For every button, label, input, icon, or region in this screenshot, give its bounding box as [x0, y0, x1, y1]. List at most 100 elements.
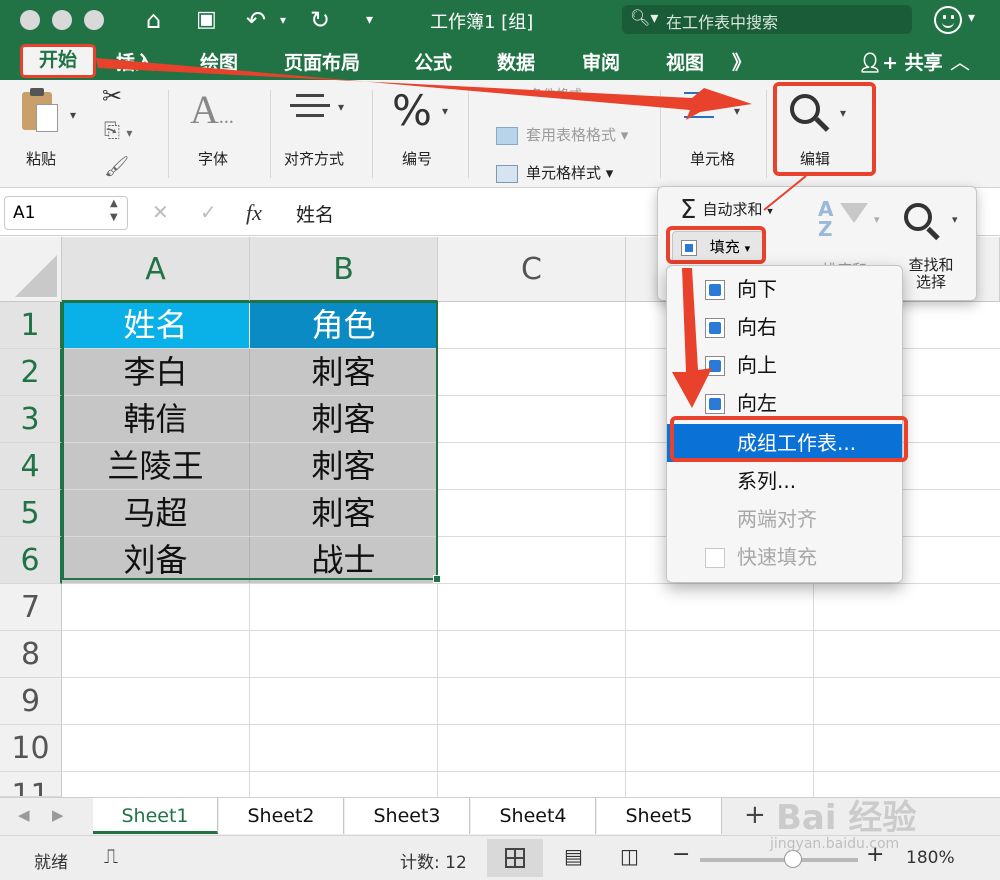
- column-header-a[interactable]: A: [62, 237, 250, 302]
- row-header[interactable]: 4: [0, 443, 62, 490]
- sheet-tab[interactable]: Sheet2: [219, 798, 344, 834]
- autosum-button[interactable]: Σ 自动求和 ▾: [680, 195, 773, 225]
- table-format-button[interactable]: 套用表格格式 ▾: [496, 124, 628, 145]
- sheet-tab[interactable]: Sheet3: [345, 798, 470, 834]
- add-sheet-button[interactable]: +: [744, 800, 766, 830]
- edit-button[interactable]: ▾ 编辑: [778, 86, 870, 174]
- page-layout-view-icon[interactable]: ▤: [564, 844, 583, 868]
- cell-b1[interactable]: 角色: [250, 302, 438, 349]
- table-cell[interactable]: 战士: [250, 537, 438, 584]
- share-button[interactable]: 👤︎+ 共享: [858, 48, 943, 75]
- cell-style-button[interactable]: 单元格样式 ▾: [496, 162, 613, 183]
- zoom-out-button[interactable]: −: [672, 842, 690, 867]
- menu-item-fill-up[interactable]: 向上: [667, 346, 902, 384]
- search-input[interactable]: 🔍︎▾ 在工作表中搜索: [622, 5, 912, 34]
- tab-data[interactable]: 数据: [497, 48, 535, 75]
- normal-view-button[interactable]: [487, 839, 543, 877]
- feedback-smiley-icon[interactable]: [934, 6, 962, 34]
- cancel-formula-icon[interactable]: ✕: [152, 200, 169, 224]
- zoom-window-button[interactable]: [84, 10, 104, 30]
- page-break-view-icon[interactable]: ◫: [620, 844, 639, 868]
- formula-input[interactable]: 姓名: [296, 200, 334, 227]
- fill-submenu: 向下 向右 向上 向左 成组工作表... 系列... 两端对齐 快速填充: [666, 265, 903, 583]
- table-cell[interactable]: 刘备: [62, 537, 250, 584]
- lower-grid-columns: [62, 584, 1000, 797]
- find-select-button[interactable]: ▾ 查找和 选择: [894, 199, 974, 299]
- fill-handle[interactable]: [433, 575, 441, 583]
- undo-dropdown-icon[interactable]: ▾: [280, 4, 286, 36]
- paste-button[interactable]: ▾ 粘贴: [14, 86, 80, 176]
- table-cell[interactable]: 刺客: [250, 396, 438, 443]
- prev-sheet-icon[interactable]: ◀: [18, 806, 30, 824]
- copy-icon[interactable]: ⎘ ▾: [104, 118, 132, 142]
- table-cell[interactable]: 马超: [62, 490, 250, 537]
- menu-item-series[interactable]: 系列...: [667, 462, 902, 500]
- find-select-label: 查找和 选择: [908, 256, 954, 291]
- minimize-window-button[interactable]: [52, 10, 72, 30]
- table-cell[interactable]: 兰陵王: [62, 443, 250, 490]
- tab-draw[interactable]: 绘图: [200, 48, 238, 75]
- sheet-tab[interactable]: Sheet4: [471, 798, 596, 834]
- number-format-button[interactable]: % ▾ 编号: [384, 86, 454, 176]
- sigma-icon: Σ: [680, 195, 697, 225]
- table-cell[interactable]: 李白: [62, 349, 250, 396]
- fill-down-icon: [705, 280, 725, 300]
- sheet-tab[interactable]: Sheet5: [597, 798, 722, 834]
- alignment-button[interactable]: ▾ 对齐方式: [280, 86, 360, 176]
- zoom-slider-track[interactable]: [700, 858, 858, 862]
- table-cell[interactable]: 刺客: [250, 490, 438, 537]
- row-header[interactable]: 1: [0, 302, 62, 349]
- row-header[interactable]: 9: [0, 678, 62, 725]
- macro-record-icon[interactable]: ⎍: [104, 844, 118, 868]
- home-icon[interactable]: ⌂: [146, 4, 161, 36]
- row-header[interactable]: 7: [0, 584, 62, 631]
- column-header-b[interactable]: B: [250, 237, 438, 302]
- tab-insert[interactable]: 插入: [116, 48, 154, 75]
- row-header[interactable]: 10: [0, 725, 62, 772]
- next-sheet-icon[interactable]: ▶: [52, 806, 64, 824]
- format-painter-icon[interactable]: 🖌︎: [104, 154, 129, 178]
- fill-down-icon: [681, 239, 697, 256]
- save-icon[interactable]: ▣: [196, 4, 217, 36]
- column-header-c[interactable]: C: [438, 237, 626, 302]
- redo-icon[interactable]: ↻: [310, 4, 330, 36]
- tab-page-layout[interactable]: 页面布局: [284, 48, 360, 75]
- row-header[interactable]: 11: [0, 772, 62, 797]
- row-header[interactable]: 6: [0, 537, 62, 584]
- menu-item-across-worksheets[interactable]: 成组工作表...: [667, 424, 902, 462]
- name-box-spinner-icon[interactable]: ▲ ▼: [110, 197, 118, 225]
- zoom-slider-knob[interactable]: [784, 850, 802, 868]
- collapse-ribbon-icon[interactable]: ︿: [950, 46, 970, 75]
- row-header[interactable]: 2: [0, 349, 62, 396]
- conditional-format-button[interactable]: 条件格式: [530, 84, 582, 94]
- cut-icon[interactable]: ✂: [102, 82, 122, 110]
- cells-button[interactable]: ▾ 单元格: [676, 86, 756, 176]
- table-cell[interactable]: 韩信: [62, 396, 250, 443]
- insert-function-icon[interactable]: fx: [246, 200, 262, 226]
- cell-a1[interactable]: 姓名: [62, 302, 250, 349]
- undo-icon[interactable]: ↶: [246, 4, 266, 36]
- fill-button[interactable]: 填充 ▾: [672, 231, 764, 263]
- feedback-dropdown-icon[interactable]: ▾: [968, 10, 975, 26]
- watermark-logo: Bai 经验: [776, 798, 917, 838]
- menu-item-fill-left[interactable]: 向左: [667, 384, 902, 422]
- more-tabs-button[interactable]: 》: [732, 48, 751, 75]
- tab-review[interactable]: 审阅: [582, 48, 620, 75]
- tab-view[interactable]: 视图: [666, 48, 704, 75]
- search-icon: 🔍︎▾: [630, 8, 659, 27]
- row-header[interactable]: 5: [0, 490, 62, 537]
- sheet-tab[interactable]: Sheet1: [93, 798, 218, 834]
- menu-item-fill-down[interactable]: 向下: [667, 270, 902, 308]
- font-button[interactable]: A... 字体: [180, 86, 260, 176]
- close-window-button[interactable]: [20, 10, 40, 30]
- tab-home[interactable]: 开始: [20, 44, 96, 78]
- enter-formula-icon[interactable]: ✓: [200, 200, 217, 224]
- table-cell[interactable]: 刺客: [250, 349, 438, 396]
- customize-toolbar-icon[interactable]: ▾: [366, 4, 373, 36]
- tab-formulas[interactable]: 公式: [414, 48, 452, 75]
- select-all-button[interactable]: [0, 237, 62, 302]
- table-cell[interactable]: 刺客: [250, 443, 438, 490]
- row-header[interactable]: 3: [0, 396, 62, 443]
- row-header[interactable]: 8: [0, 631, 62, 678]
- menu-item-fill-right[interactable]: 向右: [667, 308, 902, 346]
